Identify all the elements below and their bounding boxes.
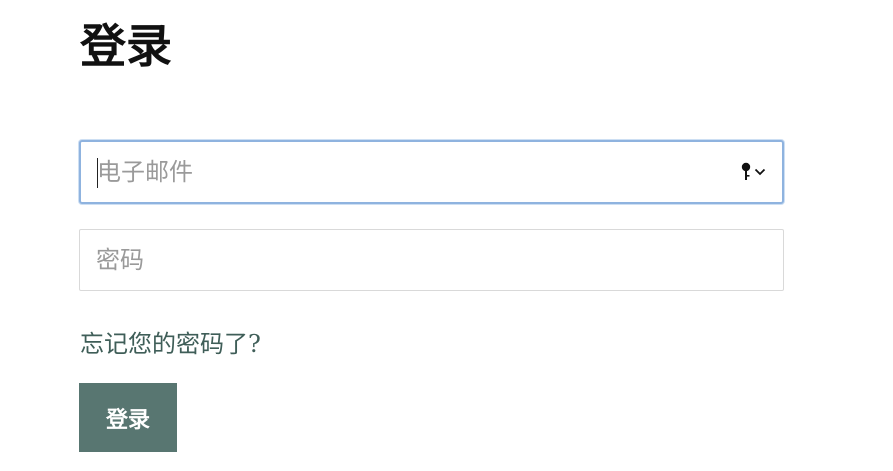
login-page: 登录 忘记您的密码了? 登录 [0, 0, 893, 471]
text-cursor [97, 158, 98, 188]
email-field[interactable] [79, 140, 784, 204]
forgot-password-link[interactable]: 忘记您的密码了? [80, 324, 261, 359]
email-input[interactable] [81, 142, 740, 202]
page-title: 登录 [80, 19, 172, 73]
password-input[interactable] [80, 230, 783, 290]
autofill-key-button[interactable] [740, 162, 766, 182]
password-field[interactable] [79, 229, 784, 291]
chevron-down-icon [754, 168, 766, 176]
login-button[interactable]: 登录 [79, 383, 177, 452]
key-icon [741, 162, 751, 180]
